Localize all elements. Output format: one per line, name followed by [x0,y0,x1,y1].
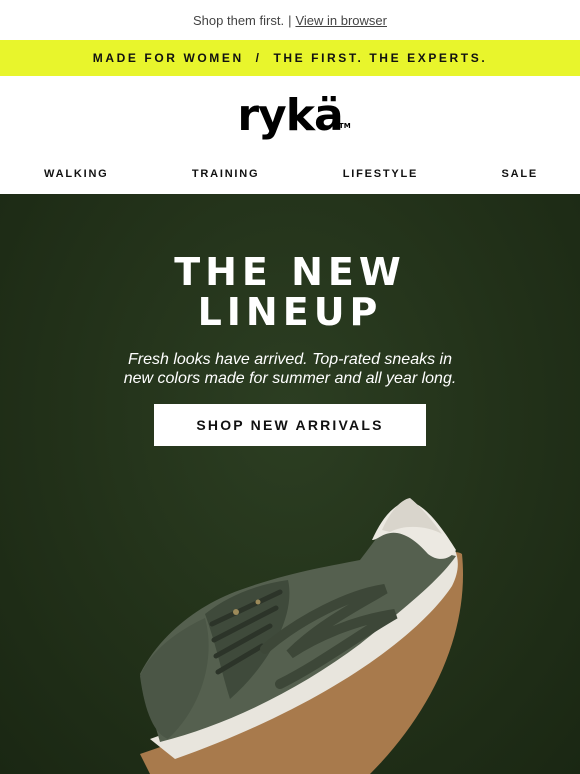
nav-item-sale[interactable]: SALE [501,168,538,180]
preheader-separator: | [288,12,292,28]
view-in-browser-link[interactable]: View in browser [295,13,387,28]
promo-bar: MADE FOR WOMEN / THE FIRST. THE EXPERTS. [0,40,580,76]
nav-item-walking[interactable]: WALKING [44,168,109,180]
nav-item-training[interactable]: TRAINING [192,168,260,180]
hero-banner[interactable]: THE NEW LINEUP Fresh looks have arrived.… [0,194,580,774]
trademark-mark: TM [338,122,351,130]
logo-text: rykä [237,90,343,141]
nav-item-lifestyle[interactable]: LIFESTYLE [343,168,418,180]
preheader: Shop them first. | View in browser [0,0,580,40]
promo-text: MADE FOR WOMEN / THE FIRST. THE EXPERTS. [92,51,488,65]
main-nav: WALKING TRAINING LIFESTYLE SALE [0,156,580,192]
preheader-text: Shop them first. [193,12,285,28]
ryka-logo[interactable]: rykä TM [237,94,350,138]
logo-container: rykä TM [0,76,580,156]
sneaker-image[interactable] [0,194,580,774]
